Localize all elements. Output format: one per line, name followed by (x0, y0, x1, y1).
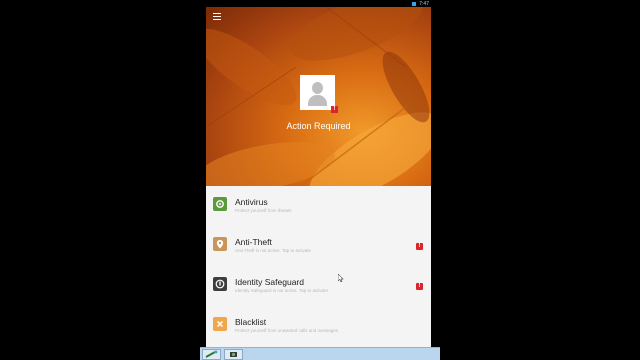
signal-icon (412, 1, 417, 6)
feature-antivirus[interactable]: Antivirus Protect yourself from threats (206, 186, 431, 226)
feature-blacklist[interactable]: Blacklist Protect yourself from unwanted… (206, 306, 431, 346)
feature-title: Antivirus (235, 197, 268, 207)
avatar-alert-badge: ! (331, 106, 338, 113)
feature-subtitle: Identity Safeguard is not active. Tap to… (235, 288, 328, 293)
menu-button[interactable] (213, 13, 221, 21)
phone-screen: 7:47 ! Action Required Antivirus Protect… (206, 0, 431, 347)
feature-title: Identity Safeguard (235, 277, 304, 287)
host-taskbar (200, 347, 440, 360)
feature-title: Anti-Theft (235, 237, 272, 247)
antivirus-icon (213, 197, 227, 211)
app-icon (230, 352, 237, 357)
identity-safeguard-icon (213, 277, 227, 291)
feature-title: Blacklist (235, 317, 267, 327)
feature-subtitle: Anti-Theft is not active. Tap to activat… (235, 248, 311, 253)
anti-theft-icon (213, 237, 227, 251)
profile-avatar[interactable]: ! (300, 75, 338, 113)
alert-badge: ! (416, 243, 423, 250)
alert-badge: ! (416, 283, 423, 290)
app-icon (205, 350, 218, 358)
feature-identity-safeguard[interactable]: Identity Safeguard Identity Safeguard is… (206, 266, 431, 306)
blacklist-icon (213, 317, 227, 331)
feature-subtitle: Protect yourself from unwanted calls and… (235, 328, 339, 333)
hamburger-icon (213, 13, 221, 15)
feature-subtitle: Protect yourself from threats (235, 208, 292, 213)
taskbar-app-button[interactable] (202, 349, 221, 360)
status-bar: 7:47 (206, 0, 431, 7)
feature-anti-theft[interactable]: Anti-Theft Anti-Theft is not active. Tap… (206, 226, 431, 266)
action-required-label: Action Required (286, 121, 351, 131)
feature-list: Antivirus Protect yourself from threats … (206, 186, 431, 346)
mouse-cursor-icon (338, 274, 344, 282)
hero-banner: ! Action Required (206, 7, 431, 186)
taskbar-app-button[interactable] (224, 349, 243, 360)
status-time: 7:47 (419, 0, 429, 7)
